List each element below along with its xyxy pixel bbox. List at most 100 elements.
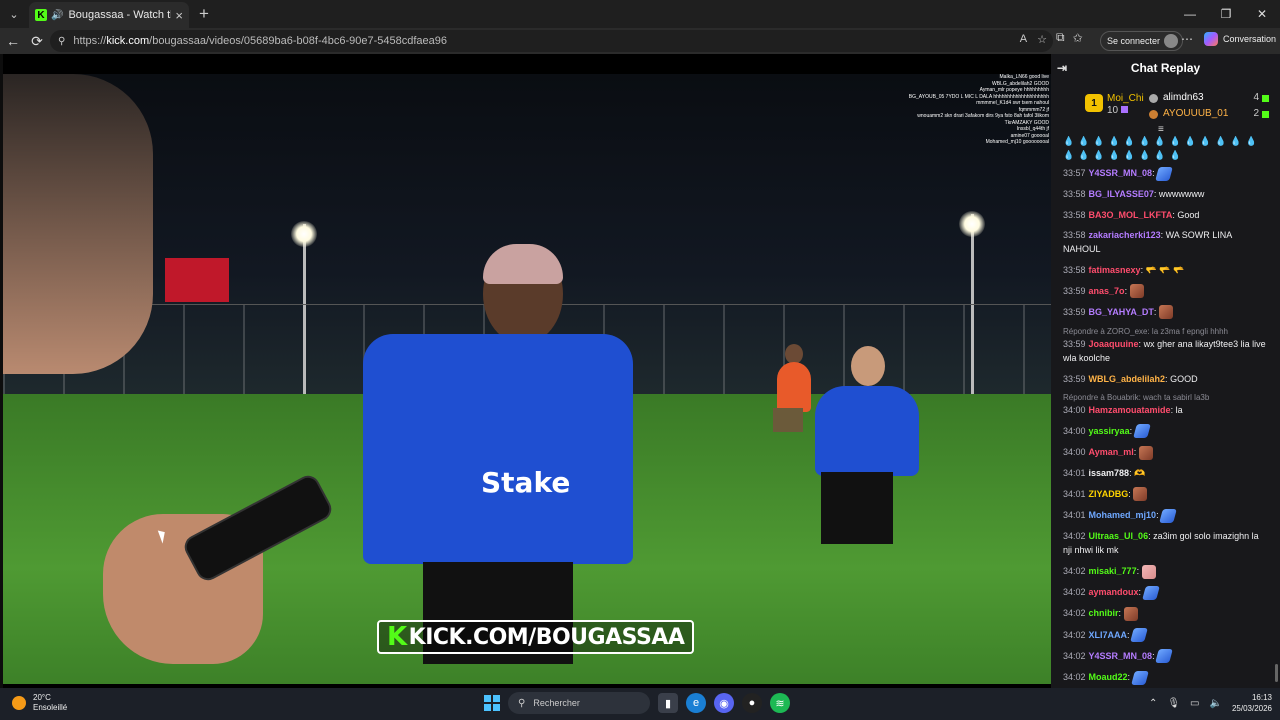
emote-icon[interactable] — [1159, 508, 1177, 523]
chat-message: 34:01 issam788: 🫶 — [1063, 466, 1270, 480]
obs-icon[interactable]: ● — [742, 693, 762, 713]
leaderboard-first[interactable]: 1 Moi_Chi 10 — [1085, 92, 1144, 116]
restore-button[interactable]: ❐ — [1208, 0, 1244, 28]
page-viewport: Stake Malka_LN66 good live WBLG_abdelilah… — [0, 54, 1280, 688]
signin-button[interactable]: Se connecter — [1100, 31, 1184, 51]
message-username[interactable]: Y4SSR_MN_08 — [1089, 168, 1153, 178]
message-username[interactable]: ZIYADBG — [1089, 489, 1129, 499]
leaderboard-row[interactable]: AYOUUUB_01 2 — [1149, 106, 1269, 122]
read-aloud-icon[interactable]: A — [1020, 33, 1027, 46]
windows-start-icon[interactable] — [484, 695, 500, 711]
message-username[interactable]: Joaaquuine — [1089, 339, 1139, 349]
weather-widget[interactable]: 20°C Ensoleillé — [12, 693, 67, 713]
chat-message: 33:58 zakariacherki123: WA SOWR LINA NAHO… — [1063, 228, 1270, 256]
emote-icon[interactable] — [1132, 424, 1151, 439]
discord-icon[interactable]: ◉ — [714, 693, 734, 713]
taskbar: 20°C Ensoleillé ⚲ Rechercher ▮ e ◉ ● ≋ ⌃… — [0, 688, 1280, 720]
profile-avatar — [1164, 34, 1179, 48]
message-username[interactable]: BA3O_MOL_LKFTA — [1089, 210, 1173, 220]
gift-icon — [1120, 106, 1128, 113]
chat-message: 33:59 BG_YAHYA_DT: — [1063, 305, 1270, 320]
emote-icon[interactable] — [1155, 649, 1173, 664]
leaderboard-row[interactable]: alimdn63 4 — [1149, 90, 1269, 106]
clock-time: 16:13 — [1251, 693, 1272, 702]
clock[interactable]: 16:13 25/03/2026 — [1232, 692, 1272, 714]
emote-icon[interactable] — [1129, 284, 1144, 299]
emote-icon[interactable] — [1130, 670, 1149, 685]
message-timestamp: 34:00 — [1063, 447, 1086, 458]
message-username[interactable]: Hamzamouatamide — [1089, 405, 1171, 415]
emote-icon[interactable] — [1141, 585, 1160, 600]
emote-icon[interactable] — [1123, 606, 1138, 621]
minimize-button[interactable]: — — [1172, 0, 1208, 28]
chat-messages: 💧💧💧💧💧💧💧💧💧💧💧💧💧💧💧💧💧💧💧💧💧 33:57 Y4SSR_MN_08: … — [1051, 134, 1280, 686]
toolbar-icons: ⧉ ✩ — [1056, 30, 1083, 45]
taskbar-search[interactable]: ⚲ Rechercher — [508, 692, 650, 714]
message-username[interactable]: yassiryaa — [1089, 426, 1130, 436]
address-bar[interactable]: ⚲ https://kick.com/bougassaa/videos/0568… — [50, 30, 1053, 52]
emote-icon[interactable] — [1133, 487, 1148, 502]
favorite-star-icon[interactable]: ☆ — [1037, 33, 1047, 46]
message-text: 🫳 🫳 🫳 — [1145, 265, 1185, 275]
chat-message: 34:00 yassiryaa: — [1063, 424, 1270, 439]
message-username[interactable]: XLI7AAA — [1089, 630, 1128, 640]
message-timestamp: 34:01 — [1063, 510, 1086, 521]
message-username[interactable]: Moaud22 — [1089, 672, 1128, 682]
message-timestamp: 34:02 — [1063, 671, 1086, 682]
back-button[interactable]: ← — [1, 30, 25, 52]
message-timestamp: 34:02 — [1063, 531, 1086, 542]
message-username[interactable]: misaki_777 — [1089, 566, 1137, 576]
emote-icon[interactable] — [1141, 564, 1156, 579]
new-tab-button[interactable]: + — [199, 4, 209, 24]
message-username[interactable]: BG_ILYASSE07 — [1089, 189, 1154, 199]
message-username[interactable]: Y4SSR_MN_08 — [1089, 651, 1153, 661]
show-hidden-icons-icon[interactable]: ⌃ — [1149, 698, 1157, 709]
copilot-button[interactable]: Conversation — [1204, 32, 1276, 46]
browser-tab[interactable]: K 🔊 Bougassaa - Watch the VOD o × — [29, 2, 189, 28]
reply-reference[interactable]: Répondre à Bouabrik: wach ta sabirl la3b — [1063, 392, 1270, 403]
extensions-icon[interactable]: ⧉ — [1056, 30, 1065, 45]
microphone-icon[interactable]: 🎙 — [1167, 698, 1180, 709]
message-username[interactable]: anas_7o — [1089, 286, 1125, 296]
emote-icon[interactable] — [1138, 445, 1153, 460]
message-username[interactable]: WBLG_abdelilah2 — [1089, 374, 1166, 384]
message-username[interactable]: Ayman_ml — [1089, 447, 1134, 457]
message-username[interactable]: fatimasnexy — [1089, 265, 1141, 275]
message-username[interactable]: Mohamed_mj10 — [1089, 510, 1157, 520]
favorites-icon[interactable]: ✩ — [1073, 31, 1083, 45]
network-icon[interactable]: ▭ — [1190, 698, 1199, 709]
tab-actions-button[interactable]: ⌄ — [3, 3, 25, 25]
audio-playing-icon[interactable]: 🔊 — [51, 10, 63, 21]
emote-icon[interactable] — [1155, 166, 1173, 181]
spotify-icon[interactable]: ≋ — [770, 693, 790, 713]
jersey-sponsor: Stake — [481, 466, 571, 499]
edge-icon[interactable]: e — [686, 693, 706, 713]
navigation-bar: ← ⟳ ⚲ https://kick.com/bougassaa/videos/… — [0, 28, 1280, 54]
site-info-icon[interactable]: ⚲ — [58, 36, 65, 47]
url-prefix: https:// — [73, 35, 107, 47]
volume-icon[interactable]: 🔈 — [1210, 698, 1222, 709]
more-menu-icon[interactable]: ⋯ — [1181, 32, 1193, 46]
message-timestamp: 33:57 — [1063, 168, 1086, 178]
chat-title: Chat Replay — [1130, 61, 1201, 75]
task-view-icon[interactable]: ▮ — [658, 693, 678, 713]
refresh-button[interactable]: ⟳ — [25, 30, 49, 52]
message-username[interactable]: zakariacherki123 — [1089, 230, 1161, 240]
message-username[interactable]: BG_YAHYA_DT — [1089, 307, 1154, 317]
collapse-chat-icon[interactable]: ⇥ — [1057, 61, 1067, 75]
close-tab-icon[interactable]: × — [175, 8, 183, 23]
video-player[interactable]: Stake Malka_LN66 good live WBLG_abdelilah… — [3, 54, 1051, 688]
video-frame: Stake — [3, 74, 1051, 684]
close-window-button[interactable]: ✕ — [1244, 0, 1280, 28]
message-username[interactable]: aymandoux — [1089, 587, 1139, 597]
chat-message: 33:58 fatimasnexy: 🫳 🫳 🫳 — [1063, 263, 1270, 277]
message-username[interactable]: chnibir — [1089, 608, 1119, 618]
message-username[interactable]: Ultraas_Ul_06 — [1089, 531, 1149, 541]
chat-scrollbar[interactable] — [1275, 664, 1278, 682]
reply-reference[interactable]: Répondre à ZORO_exe: la z3ma f epngli hh… — [1063, 326, 1270, 337]
message-username[interactable]: issam788 — [1089, 468, 1130, 478]
emote-icon[interactable] — [1158, 305, 1173, 320]
address-bar-icons: A ☆ — [1020, 33, 1047, 46]
chat-message: 34:02 Ultraas_Ul_06: za3im gol solo imazi… — [1063, 529, 1270, 557]
emote-icon[interactable] — [1130, 628, 1148, 643]
